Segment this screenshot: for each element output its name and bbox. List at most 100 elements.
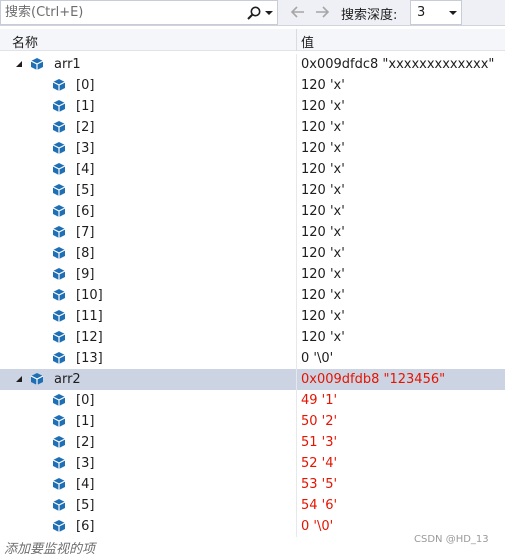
watch-row-element[interactable]: [2] 51 '3'	[0, 432, 505, 453]
value-cell[interactable]: 120 'x'	[297, 159, 505, 180]
name-cell[interactable]: [1]	[0, 96, 296, 117]
search-options-dropdown-icon[interactable]	[263, 4, 275, 22]
search-box[interactable]	[0, 0, 278, 25]
name-cell[interactable]: [0]	[0, 75, 296, 96]
add-watch-placeholder[interactable]: 添加要监视的项	[4, 538, 95, 556]
name-cell[interactable]: [0]	[0, 390, 296, 411]
variable-name: [10]	[76, 288, 103, 303]
object-cube-icon	[52, 477, 66, 491]
search-depth-label: 搜索深度:	[341, 8, 398, 23]
expanded-triangle-icon[interactable]	[14, 59, 24, 69]
name-cell[interactable]: [4]	[0, 474, 296, 495]
watch-row-element[interactable]: [0] 120 'x'	[0, 75, 505, 96]
name-cell[interactable]: [6]	[0, 201, 296, 222]
watch-row-variable[interactable]: arr1 0x009dfdc8 "xxxxxxxxxxxxx"	[0, 54, 505, 75]
variable-name: [4]	[76, 477, 95, 492]
name-cell[interactable]: [12]	[0, 327, 296, 348]
value-cell[interactable]: 54 '6'	[297, 495, 505, 516]
name-cell[interactable]: [10]	[0, 285, 296, 306]
watch-row-element[interactable]: [9] 120 'x'	[0, 264, 505, 285]
name-cell[interactable]: arr2	[0, 369, 296, 390]
value-cell[interactable]: 120 'x'	[297, 306, 505, 327]
value-cell[interactable]: 0x009dfdc8 "xxxxxxxxxxxxx"	[297, 54, 505, 75]
name-cell[interactable]: [6]	[0, 516, 296, 537]
name-cell[interactable]: [5]	[0, 180, 296, 201]
name-cell[interactable]: [2]	[0, 117, 296, 138]
name-cell[interactable]: [9]	[0, 264, 296, 285]
value-cell[interactable]: 120 'x'	[297, 222, 505, 243]
watch-row-element[interactable]: [5] 54 '6'	[0, 495, 505, 516]
arrow-right-icon[interactable]	[313, 2, 333, 22]
watch-row-element[interactable]: [0] 49 '1'	[0, 390, 505, 411]
name-cell[interactable]: [3]	[0, 138, 296, 159]
search-input[interactable]	[1, 1, 245, 24]
variable-name: [3]	[76, 456, 95, 471]
watermark: CSDN @HD_13	[414, 534, 489, 545]
expanded-triangle-icon[interactable]	[14, 374, 24, 384]
value-cell[interactable]: 49 '1'	[297, 390, 505, 411]
search-depth-select[interactable]: 3	[410, 0, 462, 25]
object-cube-icon	[52, 393, 66, 407]
value-cell[interactable]: 50 '2'	[297, 411, 505, 432]
value-cell[interactable]: 120 'x'	[297, 243, 505, 264]
watch-row-element[interactable]: [1] 120 'x'	[0, 96, 505, 117]
value-cell[interactable]: 120 'x'	[297, 201, 505, 222]
watch-row-element[interactable]: [10] 120 'x'	[0, 285, 505, 306]
name-cell[interactable]: [11]	[0, 306, 296, 327]
arrow-left-icon[interactable]	[287, 2, 307, 22]
search-icon[interactable]	[245, 4, 263, 22]
value-cell[interactable]: 120 'x'	[297, 180, 505, 201]
name-cell[interactable]: [2]	[0, 432, 296, 453]
column-header-value[interactable]: 值	[301, 32, 314, 51]
watch-row-element[interactable]: [6] 120 'x'	[0, 201, 505, 222]
variable-name: [6]	[76, 519, 95, 534]
object-cube-icon	[52, 267, 66, 281]
chevron-down-icon[interactable]	[445, 10, 461, 16]
value-cell[interactable]: 120 'x'	[297, 327, 505, 348]
value-cell[interactable]: 120 'x'	[297, 96, 505, 117]
value-cell[interactable]: 120 'x'	[297, 138, 505, 159]
variable-name: [13]	[76, 351, 103, 366]
value-cell[interactable]: 120 'x'	[297, 285, 505, 306]
watch-row-element[interactable]: [1] 50 '2'	[0, 411, 505, 432]
name-cell[interactable]: arr1	[0, 54, 296, 75]
name-cell[interactable]: [4]	[0, 159, 296, 180]
watch-row-element[interactable]: [3] 52 '4'	[0, 453, 505, 474]
value-cell[interactable]: 120 'x'	[297, 117, 505, 138]
name-cell[interactable]: [8]	[0, 243, 296, 264]
name-cell[interactable]: [5]	[0, 495, 296, 516]
column-resize-handle[interactable]	[296, 29, 297, 51]
value-cell[interactable]: 53 '5'	[297, 474, 505, 495]
watch-row-element[interactable]: [12] 120 'x'	[0, 327, 505, 348]
object-cube-icon	[52, 99, 66, 113]
watch-row-element[interactable]: [3] 120 'x'	[0, 138, 505, 159]
value-cell[interactable]: 0x009dfdb8 "123456"	[297, 369, 505, 390]
variable-name: [4]	[76, 162, 95, 177]
value-cell[interactable]: 120 'x'	[297, 75, 505, 96]
value-cell[interactable]: 120 'x'	[297, 264, 505, 285]
value-cell[interactable]: 51 '3'	[297, 432, 505, 453]
watch-row-element[interactable]: [4] 120 'x'	[0, 159, 505, 180]
variable-name: [3]	[76, 141, 95, 156]
value-cell[interactable]: 0 '\0'	[297, 348, 505, 369]
object-cube-icon	[52, 162, 66, 176]
watch-row-element[interactable]: [8] 120 'x'	[0, 243, 505, 264]
name-cell[interactable]: [3]	[0, 453, 296, 474]
watch-row-element[interactable]: [5] 120 'x'	[0, 180, 505, 201]
watch-row-element[interactable]: [7] 120 'x'	[0, 222, 505, 243]
watch-row-element[interactable]: [11] 120 'x'	[0, 306, 505, 327]
column-header-name[interactable]: 名称	[12, 32, 38, 51]
value-cell[interactable]: 52 '4'	[297, 453, 505, 474]
object-cube-icon	[52, 435, 66, 449]
variable-name: [12]	[76, 330, 103, 345]
name-cell[interactable]: [7]	[0, 222, 296, 243]
name-cell[interactable]: [13]	[0, 348, 296, 369]
name-cell[interactable]: [1]	[0, 411, 296, 432]
watch-row-element[interactable]: [2] 120 'x'	[0, 117, 505, 138]
variable-name: [2]	[76, 120, 95, 135]
column-header: 名称 值	[0, 29, 505, 51]
watch-row-variable[interactable]: arr2 0x009dfdb8 "123456"	[0, 369, 505, 390]
object-cube-icon	[52, 288, 66, 302]
watch-row-element[interactable]: [13] 0 '\0'	[0, 348, 505, 369]
watch-row-element[interactable]: [4] 53 '5'	[0, 474, 505, 495]
